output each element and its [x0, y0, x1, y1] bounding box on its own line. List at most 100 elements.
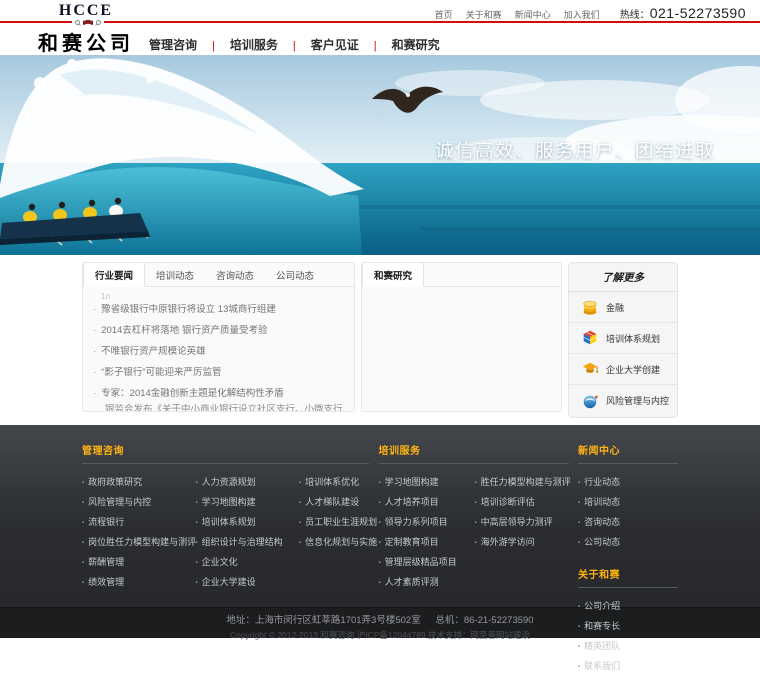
bullet-icon: ▪ — [379, 500, 381, 506]
footer-link[interactable]: ▪流程银行 — [82, 513, 194, 533]
news-item[interactable]: ·“影子银行”可能迎来严厉监管 — [91, 367, 342, 379]
footer-link-text: 精英团队 — [584, 641, 620, 651]
news-tab[interactable]: 咨询动态 — [205, 263, 265, 286]
footer-link[interactable]: ▪定制教育项目 — [379, 533, 473, 553]
footer-link[interactable]: ▪政府政策研究 — [82, 473, 194, 493]
nav-item[interactable]: 客户见证 — [311, 38, 359, 52]
bullet-icon: ▪ — [82, 500, 84, 506]
news-item[interactable]: ·豫省级银行中原银行将设立 13城商行组建 — [91, 304, 342, 316]
bullet-icon: ▪ — [299, 520, 301, 526]
news-tab[interactable]: 公司动态 — [265, 263, 325, 286]
sidebar-item-label: 金融 — [606, 301, 624, 314]
footer-link-text: 胜任力模型构建与测评 — [481, 477, 571, 487]
footer-link[interactable]: ▪ 组织设计与治理结构 — [196, 533, 298, 553]
bullet-icon: ▪ — [578, 604, 580, 610]
footer-link-text: 组织设计与治理结构 — [202, 537, 283, 547]
footer-link[interactable]: ▪企业文化 — [196, 553, 298, 573]
footer-link[interactable]: ▪管理层级精品项目 — [379, 553, 473, 573]
hotline-label: 热线： — [620, 10, 650, 21]
risk-control-icon — [581, 392, 599, 410]
sidebar-title: 了解更多 — [569, 263, 677, 292]
bullet-icon: · — [93, 346, 96, 357]
footer-section-title: 关于和赛 — [578, 566, 678, 588]
footer-link[interactable]: ▪ 培训动态 — [578, 493, 620, 513]
footer-link[interactable]: ▪培训体系优化 — [299, 473, 369, 493]
news-tabs: 行业要闻培训动态咨询动态公司动态 — [83, 263, 354, 287]
footer-link[interactable]: ▪人才梯队建设 — [299, 493, 369, 513]
footer-link[interactable]: ▪薪酬管理 — [82, 553, 194, 573]
nav-item[interactable]: 培训服务 — [230, 38, 278, 52]
nav-separator: | — [212, 40, 215, 52]
bullet-icon: ▪ — [299, 540, 301, 546]
news-item[interactable]: ·2014去杠杆将落地 银行资产质量受考验 — [91, 325, 342, 337]
nav-item[interactable]: 管理咨询 — [149, 38, 197, 52]
footer-link-text: 企业大学建设 — [202, 577, 256, 587]
footer-section: 培训服务▪学习地图构建▪人才培养项目▪领导力系列项目▪定制教育项目▪管理层级精品… — [379, 442, 569, 593]
bullet-icon: ▪ — [82, 540, 84, 546]
footer-link[interactable]: ▪学习地图构建 — [379, 473, 473, 493]
bullet-icon: ▪ — [379, 520, 381, 526]
bullet-icon: ▪ — [578, 540, 580, 546]
news-item-text: “影子银行”可能迎来严厉监管 — [101, 367, 221, 378]
sidebar-item[interactable]: 风险管理与内控 — [569, 385, 677, 416]
news-tab[interactable]: 培训动态 — [145, 263, 205, 286]
footer-section: 管理咨询▪政府政策研究▪风险管理与内控▪流程银行▪岗位胜任力模型构建与测评▪薪酬… — [82, 442, 369, 593]
footer-link[interactable]: ▪行业动态 — [578, 473, 620, 493]
footer-address: 地址：上海市闵行区虹莘路1701弄3号楼502室 — [226, 615, 420, 626]
footer-link[interactable]: ▪ 人才培养项目 — [379, 493, 473, 513]
footer-link[interactable]: ▪员工职业生涯规划 — [299, 513, 369, 533]
top-link[interactable]: 首页 — [435, 8, 453, 21]
footer-phone: 总机：86-21-52273590 — [435, 615, 533, 626]
footer-link[interactable]: ▪培训体系规划 — [196, 513, 298, 533]
footer-link-text: 学习地图构建 — [385, 477, 439, 487]
footer-link-column: ▪公司介绍▪和赛专长▪精英团队▪联系我们 — [578, 597, 620, 677]
top-link[interactable]: 关于和赛 — [466, 8, 502, 21]
logo-emblem-icon — [72, 19, 104, 27]
footer-link[interactable]: ▪学习地图构建 — [196, 493, 298, 513]
footer-columns: ▪政府政策研究 ▪ 风险管理与内控 ▪流程银行▪岗位胜任力模型构建与测评▪薪酬管理▪绩… — [82, 473, 369, 593]
footer-link[interactable]: ▪联系我们 — [578, 657, 620, 677]
footer-link-text: 风险管理与内控 — [88, 497, 151, 507]
sidebar-item[interactable]: 培训体系规划 — [569, 323, 677, 354]
footer-link-text: 学习地图构建 — [202, 497, 256, 507]
logo-acronym: HCCE — [38, 2, 134, 20]
footer-link[interactable]: ▪公司动态 — [578, 533, 620, 553]
sidebar-item-label: 企业大学创建 — [606, 363, 660, 376]
footer-link[interactable]: ▪ 风险管理与内控 — [82, 493, 194, 513]
footer-link[interactable]: ▪信息化规划与实施 — [299, 533, 369, 553]
sidebar-item[interactable]: 金融 — [569, 292, 677, 323]
sidebar-item[interactable]: 企业大学创建 — [569, 354, 677, 385]
news-tab[interactable]: 行业要闻 — [83, 262, 145, 287]
top-links: 首页关于和赛新闻中心加入我们 — [422, 8, 600, 21]
footer-link[interactable]: ▪ 胜任力模型构建与测评 — [475, 473, 569, 493]
top-link[interactable]: 加入我们 — [564, 8, 600, 21]
footer-link[interactable]: ▪精英团队 — [578, 637, 620, 657]
nav-item[interactable]: 和赛研究 — [392, 38, 440, 52]
footer: 管理咨询▪政府政策研究▪风险管理与内控▪流程银行▪岗位胜任力模型构建与测评▪薪酬… — [0, 425, 760, 607]
footer-link[interactable]: ▪企业大学建设 — [196, 573, 298, 593]
footer-link[interactable]: ▪人力资源规划 — [196, 473, 298, 493]
footer-link[interactable]: ▪人才素质评测 — [379, 573, 473, 593]
news-item[interactable]: ·专家：2014金融创新主题是化解结构性矛盾 — [91, 388, 342, 400]
corporate-university-icon — [581, 360, 599, 378]
footer-columns: ▪学习地图构建▪人才培养项目▪领导力系列项目▪定制教育项目▪管理层级精品项目▪人… — [379, 473, 569, 593]
tab-research[interactable]: 和赛研究 — [362, 262, 424, 287]
footer-link[interactable]: ▪绩效管理 — [82, 573, 194, 593]
footer-link[interactable]: ▪公司介绍 — [578, 597, 620, 617]
footer-link[interactable]: ▪咨询动态 — [578, 513, 620, 533]
footer-link[interactable]: ▪岗位胜任力模型构建与测评 — [82, 533, 194, 553]
top-link[interactable]: 新闻中心 — [515, 8, 551, 21]
footer-link[interactable]: ▪领导力系列项目 — [379, 513, 473, 533]
footer-link-text: 培训动态 — [584, 497, 620, 507]
footer-link[interactable]: ▪培训诊断评估 — [475, 493, 569, 513]
news-item[interactable]: ·不唯银行资产规模论英雄 — [91, 346, 342, 358]
bullet-icon: ▪ — [578, 624, 580, 630]
bullet-icon: ▪ — [578, 500, 580, 506]
bullet-icon: ▪ — [475, 480, 477, 486]
footer-link[interactable]: ▪中高层领导力测评 — [475, 513, 569, 533]
hotline-number: 021-52273590 — [650, 5, 746, 21]
footer-link-text: 海外游学访问 — [481, 537, 535, 547]
footer-link[interactable]: ▪和赛专长 — [578, 617, 620, 637]
footer-link-text: 人才培养项目 — [385, 497, 439, 507]
footer-link[interactable]: ▪海外游学访问 — [475, 533, 569, 553]
